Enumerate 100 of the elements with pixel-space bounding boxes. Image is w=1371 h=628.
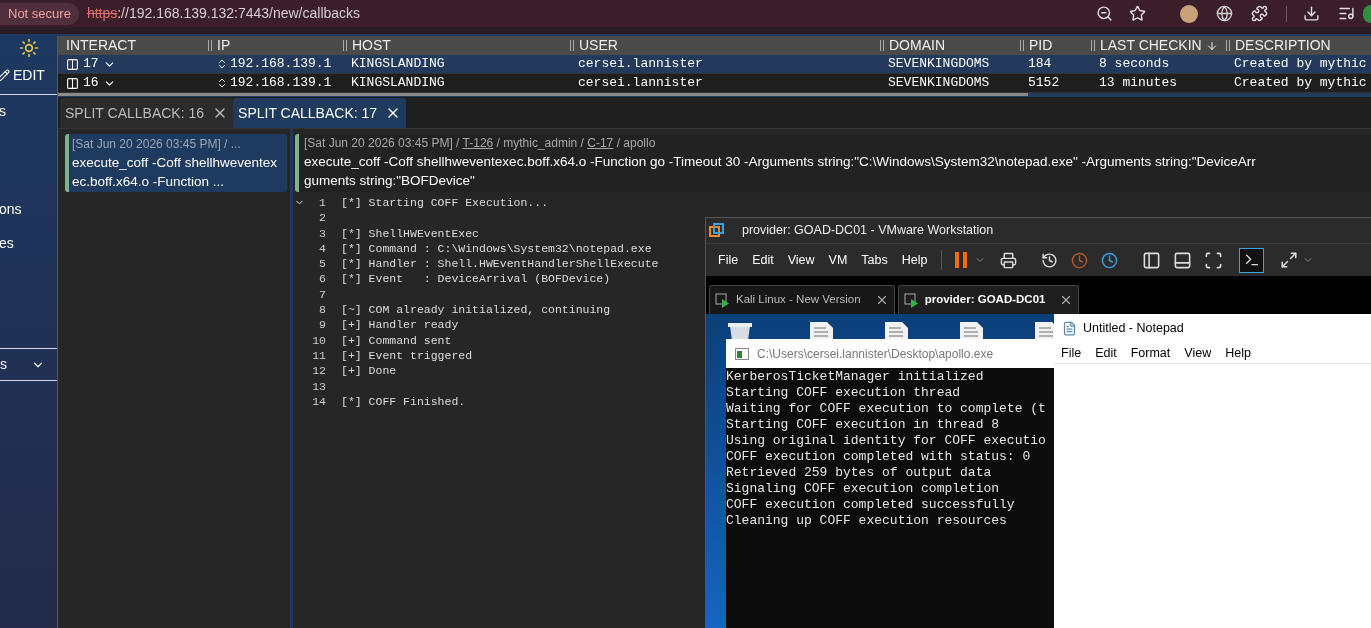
tab[interactable]: SPLIT CALLBACK: 17 <box>233 98 407 128</box>
security-badge[interactable]: Not secure <box>0 2 79 25</box>
address-bar-url[interactable]: https://192.168.139.132:7443/new/callbacks <box>86 3 361 24</box>
menu-item[interactable]: View <box>1184 343 1212 363</box>
column-header[interactable]: DOMAIN <box>889 36 945 56</box>
table-cell: KINGSLANDING <box>351 75 445 91</box>
console-line: Retrieved 259 bytes of output data <box>726 465 993 481</box>
console-line: Waiting for COFF execution to complete (t <box>726 401 1047 417</box>
line-number: 1 <box>318 195 327 211</box>
table-cell: KINGSLANDING <box>351 56 445 72</box>
scrollbar-thumb[interactable] <box>58 93 1028 96</box>
table-cell: SEVENKINGDOMS <box>888 56 990 72</box>
line-number: 8 <box>318 302 327 318</box>
table-cell: cersei.lannister <box>578 56 703 72</box>
zoom-icon[interactable] <box>1096 5 1113 22</box>
table-row[interactable]: 16 192.168.139.1 KINGSLANDING cersei.lannister SEVENKINGDOMS 5152 13 minutes Created by mythic <box>58 74 1371 93</box>
output-line: [~] COM already initialized, continuing <box>341 302 611 318</box>
task-link[interactable]: C-17 <box>587 136 614 150</box>
sidebar-toggle-icon[interactable] <box>1142 250 1162 270</box>
table-cell-text: 192.168.139.1 <box>230 74 332 93</box>
menu-item[interactable]: File <box>718 250 739 270</box>
task-command: execute_coff -Coff shellhweventexec.boff.x64.o -Function ... <box>72 154 279 191</box>
menu-item[interactable]: File <box>1061 343 1082 363</box>
output-line: [+] Event triggered <box>341 347 473 364</box>
column-header[interactable]: USER <box>579 36 618 56</box>
sidebar-item[interactable]: s <box>0 101 57 122</box>
task-timestamp: [Sat Jun 20 2026 03:45 PM] / ... <box>72 136 242 153</box>
bookmark-star-icon[interactable] <box>1129 5 1146 22</box>
output-line: [*] Event : DeviceArrival (BOFDevice) <box>341 271 611 287</box>
table-cell: 13 minutes <box>1099 75 1177 91</box>
sort-icon[interactable] <box>216 58 228 70</box>
menu-item[interactable]: VM <box>828 250 848 270</box>
menu-item[interactable]: Tabs <box>861 250 888 270</box>
edit-button[interactable]: EDIT <box>0 64 57 86</box>
table-cell: SEVENKINGDOMS <box>888 75 990 91</box>
split-icon[interactable] <box>66 57 79 71</box>
menu-item[interactable]: Help <box>1225 343 1251 363</box>
line-number: 10 <box>311 332 327 348</box>
line-number: 4 <box>318 240 327 257</box>
fullscreen-icon[interactable] <box>1204 250 1224 270</box>
vm-tab[interactable]: Kali Linux - New Version <box>709 285 895 314</box>
task-card[interactable]: [Sat Jun 20 2026 03:45 PM] / ... execute_coff -Coff shellhweventexec.boff.x64.o -Function ... <box>65 134 287 192</box>
column-resize-grip[interactable] <box>1091 40 1095 51</box>
vm-tab[interactable]: provider: GOAD-DC01 <box>897 285 1080 314</box>
column-header[interactable]: LAST CHECKIN <box>1100 36 1218 56</box>
output-line: [*] ShellHWEventExec <box>341 225 480 241</box>
sidebar-section[interactable]: s <box>0 349 57 380</box>
tab[interactable]: SPLIT CALLBACK: 16 <box>60 98 234 128</box>
table-cell: 184 <box>1028 56 1052 72</box>
media-icon[interactable] <box>1338 5 1355 22</box>
column-resize-grip[interactable] <box>570 40 574 51</box>
globe-icon[interactable] <box>1216 5 1233 22</box>
menu-item[interactable]: Help <box>901 250 928 270</box>
column-resize-grip[interactable] <box>1020 40 1024 51</box>
output-line: [*] Starting COFF Execution... <box>341 195 549 211</box>
column-header[interactable]: DESCRIPTION <box>1235 36 1331 56</box>
column-header[interactable]: PID <box>1029 36 1053 56</box>
profile-icon[interactable] <box>1363 4 1371 23</box>
split-icon[interactable] <box>66 76 79 90</box>
snapshot-icon[interactable] <box>1041 251 1059 269</box>
vm-play-icon <box>715 292 730 308</box>
table-cell-text: 16 <box>83 74 99 93</box>
menu-item[interactable]: Format <box>1130 343 1171 363</box>
column-resize-grip[interactable] <box>1226 40 1230 51</box>
task-link[interactable]: T-126 <box>462 136 494 150</box>
console-view-button[interactable] <box>1239 247 1265 273</box>
sidebar-item[interactable]: es <box>0 233 57 254</box>
pause-icon[interactable] <box>954 252 969 268</box>
vm-play-icon <box>903 292 919 308</box>
table-row[interactable]: 17 192.168.139.1 KINGSLANDING cersei.lannister SEVENKINGDOMS 184 8 seconds Created by mythic <box>58 55 1371 74</box>
sort-icon[interactable] <box>216 77 228 89</box>
column-header[interactable]: HOST <box>352 36 391 56</box>
table-cell: 8 seconds <box>1099 56 1170 72</box>
table-cell: 5152 <box>1028 75 1060 91</box>
menu-item[interactable]: Edit <box>752 250 774 270</box>
line-number: 11 <box>311 347 327 364</box>
column-resize-grip[interactable] <box>208 40 212 51</box>
avatar-icon[interactable] <box>1180 4 1198 23</box>
extension-icon[interactable] <box>1251 5 1268 22</box>
menu-item[interactable]: View <box>787 250 815 270</box>
theme-icon[interactable] <box>18 38 39 58</box>
column-resize-grip[interactable] <box>343 40 347 51</box>
console-line: Using original identity for COFF executio <box>726 433 1047 449</box>
sidebar-item[interactable]: ons <box>0 199 57 220</box>
line-number: 3 <box>318 225 327 241</box>
line-number: 5 <box>318 256 327 272</box>
menu-item[interactable]: Edit <box>1095 343 1117 363</box>
panel-icon[interactable] <box>1173 250 1193 270</box>
recycle-bin-icon[interactable] <box>726 322 754 339</box>
column-resize-grip[interactable] <box>880 40 884 51</box>
console-line: Cleaning up COFF execution resources <box>726 513 1008 529</box>
stretch-icon[interactable] <box>1280 251 1299 269</box>
clock-icon[interactable] <box>1101 251 1119 269</box>
line-number: 12 <box>311 363 327 379</box>
line-number: 14 <box>311 393 327 410</box>
column-header[interactable]: IP <box>217 36 231 56</box>
sort-arrow-icon <box>1205 39 1218 52</box>
output-line: [*] COFF Finished. <box>341 393 466 410</box>
download-icon[interactable] <box>1303 5 1320 22</box>
column-header[interactable]: INTERACT <box>66 36 136 56</box>
